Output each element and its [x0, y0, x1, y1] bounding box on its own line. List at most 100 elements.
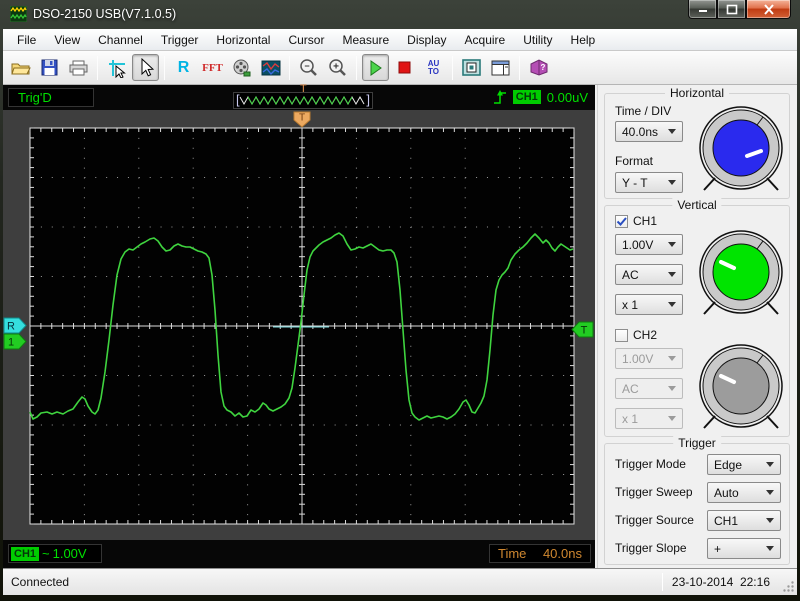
pointer-button[interactable] — [132, 54, 159, 81]
app-icon — [10, 6, 27, 22]
time-div-value: 40.0ns — [622, 124, 659, 139]
ch1-label: CH1 — [633, 214, 658, 228]
ch1-coupling-select[interactable]: AC — [615, 264, 683, 285]
menu-help[interactable]: Help — [562, 30, 605, 50]
control-panel: Horizontal Time / DIV 40.0ns Format Y - … — [597, 85, 797, 568]
minimize-icon — [698, 10, 707, 12]
trigger-slope-select[interactable]: + — [707, 538, 781, 559]
menu-horizontal[interactable]: Horizontal — [207, 30, 279, 50]
ch1-badge: CH1 — [11, 546, 40, 561]
scope-svg: T R 1 T — [3, 111, 594, 525]
menu-display[interactable]: Display — [398, 30, 455, 50]
chevron-down-icon — [668, 242, 676, 247]
ch1-volts-select[interactable]: 1.00V — [615, 234, 683, 255]
save-button[interactable] — [36, 54, 63, 81]
record-button[interactable] — [228, 54, 255, 81]
menu-trigger[interactable]: Trigger — [152, 30, 208, 50]
time-div-select[interactable]: 40.0ns — [615, 121, 683, 142]
format-value: Y - T — [622, 175, 648, 190]
toolbar-separator — [519, 55, 520, 80]
rising-edge-icon — [493, 90, 506, 104]
buffer-preview[interactable]: [ ] — [233, 92, 373, 109]
top-trigger-marker[interactable]: T — [293, 111, 311, 128]
measure-cursor-button[interactable] — [103, 54, 130, 81]
zoom-in-button[interactable]: + — [324, 54, 351, 81]
help-button[interactable]: ? — [525, 54, 552, 81]
trigger-sweep-select[interactable]: Auto — [707, 482, 781, 503]
chevron-down-icon — [668, 302, 676, 307]
refresh-button[interactable]: R — [170, 54, 197, 81]
window-layout-icon — [491, 60, 510, 75]
chevron-down-icon — [668, 386, 676, 391]
menu-bar: File View Channel Trigger Horizontal Cur… — [3, 29, 797, 51]
menu-channel[interactable]: Channel — [89, 30, 152, 50]
ch1-readout: CH1 ~ 1.00V — [8, 544, 102, 563]
menu-view[interactable]: View — [45, 30, 89, 50]
menu-cursor[interactable]: Cursor — [279, 30, 333, 50]
menu-file[interactable]: File — [8, 30, 45, 50]
fit-screen-button[interactable] — [458, 54, 485, 81]
ch1-position-marker[interactable]: 1 — [3, 333, 27, 350]
check-icon — [616, 216, 627, 226]
ch1-checkbox[interactable] — [615, 214, 628, 228]
waveform-view-button[interactable] — [257, 54, 284, 81]
trigger-marker-label: T — [581, 325, 588, 337]
print-button[interactable] — [65, 54, 92, 81]
ch2-coupling-select: AC — [615, 378, 683, 399]
open-button[interactable] — [7, 54, 34, 81]
stop-button[interactable] — [391, 54, 418, 81]
trigger-mode-select[interactable]: Edge — [707, 454, 781, 475]
zoom-out-icon: − — [300, 59, 317, 76]
time-label: Time — [498, 546, 527, 561]
chevron-down-icon — [668, 416, 676, 421]
ch2-label: CH2 — [633, 328, 658, 342]
menu-acquire[interactable]: Acquire — [456, 30, 515, 50]
window-layout-button[interactable] — [487, 54, 514, 81]
start-button[interactable] — [362, 54, 389, 81]
auto-button[interactable]: AU TO — [420, 54, 447, 81]
preview-wave — [239, 95, 365, 106]
horizontal-group: Horizontal Time / DIV 40.0ns Format Y - … — [604, 86, 790, 199]
connection-status: Connected — [11, 575, 70, 589]
ch2-position-knob[interactable] — [695, 344, 787, 430]
ref-marker[interactable]: R — [3, 317, 27, 334]
trigger-level-marker[interactable]: T — [571, 321, 594, 338]
pointer-icon — [141, 58, 154, 77]
horizontal-knob[interactable] — [695, 106, 787, 192]
statusbar-divider — [662, 573, 663, 591]
ch1-probe-select[interactable]: x 1 — [615, 294, 683, 315]
fft-icon: FFT — [202, 61, 223, 74]
toolbar-separator — [289, 55, 290, 80]
fft-button[interactable]: FFT — [199, 54, 226, 81]
plus-glyph: + — [333, 62, 339, 73]
status-bar: Connected 23-10-2014 22:16 — [3, 568, 797, 595]
resize-grip[interactable] — [782, 580, 795, 593]
ch1-position-knob[interactable] — [695, 230, 787, 316]
format-select[interactable]: Y - T — [615, 172, 683, 193]
maximize-button[interactable] — [717, 0, 746, 19]
refresh-r-icon: R — [177, 58, 190, 76]
ch2-probe-value: x 1 — [622, 411, 639, 426]
scope-display: T R 1 T — [3, 110, 595, 540]
close-button[interactable] — [746, 0, 791, 19]
ch1-coupling-icon: ~ — [42, 546, 50, 561]
ch2-enable-row: CH2 — [615, 328, 657, 342]
horizontal-group-title: Horizontal — [664, 86, 730, 100]
menu-utility[interactable]: Utility — [514, 30, 561, 50]
ch2-checkbox[interactable] — [615, 328, 628, 342]
menu-measure[interactable]: Measure — [333, 30, 398, 50]
question-glyph: ? — [540, 63, 545, 72]
ch1-probe-value: x 1 — [622, 297, 639, 312]
trigger-source-select[interactable]: CH1 — [707, 510, 781, 531]
ch2-volts-select: 1.00V — [615, 348, 683, 369]
stop-icon — [398, 61, 411, 74]
trigger-source-label: Trigger Source — [615, 513, 694, 527]
ch1-coupling-value: AC — [622, 267, 639, 282]
channel-bar: CH1 ~ 1.00V Time 40.0ns — [3, 540, 595, 568]
waveform-view-icon — [261, 60, 280, 75]
minimize-button[interactable] — [688, 0, 717, 19]
time-div-label: Time / DIV — [615, 104, 672, 118]
ch2-probe-select: x 1 — [615, 408, 683, 429]
chevron-down-icon — [766, 490, 774, 495]
zoom-out-button[interactable]: − — [295, 54, 322, 81]
